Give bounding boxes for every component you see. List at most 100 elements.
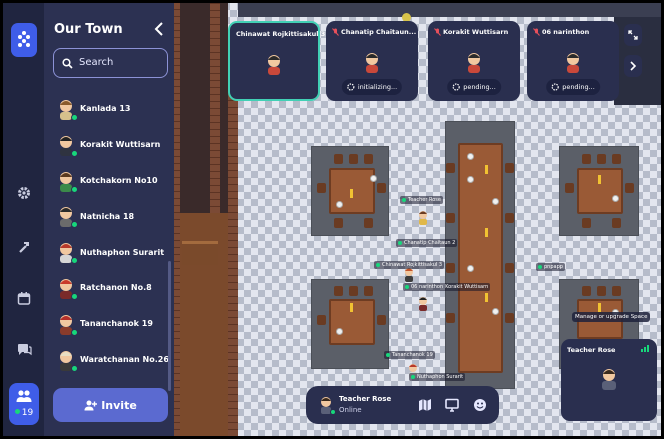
manage-space-tooltip: Manage or upgrade Space — [572, 312, 651, 322]
online-status-dot — [71, 257, 78, 265]
mic-muted-icon — [533, 28, 540, 36]
map-name-tag: Nuthaphon Surarit — [409, 373, 466, 381]
map-chair — [612, 218, 621, 228]
member-list-scrollbar[interactable] — [168, 261, 171, 391]
map-chair — [364, 218, 373, 228]
member-list-item[interactable]: Korakit Wuttisarn — [44, 127, 170, 163]
map-chair — [334, 154, 343, 164]
online-count: 19 — [9, 408, 39, 418]
video-tile-avatar — [464, 51, 484, 73]
member-name: Kotchakorn No10 — [80, 175, 158, 185]
member-avatar — [56, 313, 78, 336]
space-title: Our Town — [54, 22, 123, 37]
map-plate — [336, 328, 343, 335]
screen-share-icon[interactable] — [444, 397, 460, 413]
member-list-item[interactable]: Tananchanok 19 — [44, 306, 170, 342]
video-tile[interactable]: Chinawat Rojkittisakul 3 — [228, 21, 325, 101]
map-chair — [349, 286, 358, 296]
online-status-dot — [71, 185, 78, 193]
map-plate — [370, 175, 377, 182]
map-chair — [364, 286, 373, 296]
map-chair — [582, 286, 591, 296]
map-chair — [505, 263, 514, 273]
collapse-videos-button[interactable] — [624, 55, 642, 77]
map-chair — [446, 163, 455, 173]
app-window: 19 Our Town Search Kanlada 13 Korakit Wut… — [3, 3, 661, 436]
member-list: Kanlada 13 Korakit Wuttisarn Kotchakorn No… — [44, 91, 170, 377]
self-avatar[interactable] — [318, 396, 336, 415]
video-tile-status: initializing... — [341, 79, 403, 95]
left-rail: 19 — [3, 3, 44, 436]
map-bookshelf — [182, 241, 218, 265]
video-tile-name: Chinawat Rojkittisakul 3 — [236, 30, 326, 38]
member-name: Kanlada 13 — [80, 104, 131, 114]
map-corridor — [180, 3, 228, 213]
member-name: Tananchanok 19 — [80, 319, 153, 329]
map-name-tag: Teacher Rose — [400, 196, 443, 204]
video-tile-name: Korakit Wuttisarn — [434, 28, 508, 36]
map-chair — [446, 213, 455, 223]
self-status[interactable]: Online — [339, 406, 362, 414]
calendar-icon[interactable] — [14, 288, 34, 308]
add-user-icon — [84, 400, 98, 410]
emoji-reaction-icon[interactable] — [472, 397, 488, 413]
online-status-dot — [71, 149, 78, 157]
member-list-item[interactable]: Nuthaphon Surarit — [44, 234, 170, 270]
video-tile-status: pending... — [447, 79, 501, 95]
participants-button[interactable]: 19 — [9, 383, 39, 425]
online-status-dot — [71, 328, 78, 336]
video-tile[interactable]: 06 narinthon pending... — [527, 21, 619, 101]
video-tile-avatar — [563, 51, 583, 73]
map-chair — [625, 183, 634, 193]
map-icon[interactable] — [417, 397, 433, 413]
map-plate — [492, 308, 499, 315]
map-name-tag: Tananchanok 19 — [384, 351, 435, 359]
map-chair — [505, 213, 514, 223]
map-chair — [349, 154, 358, 164]
member-list-item[interactable]: Kanlada 13 — [44, 91, 170, 127]
app-logo-icon[interactable] — [11, 23, 37, 57]
map-chair — [334, 218, 343, 228]
settings-gear-icon[interactable] — [14, 183, 34, 203]
map-chair — [377, 183, 386, 193]
self-name: Teacher Rose — [339, 395, 392, 403]
invite-button[interactable]: Invite — [53, 388, 168, 422]
video-tile[interactable]: Korakit Wuttisarn pending... — [428, 21, 520, 101]
map-top-wall — [238, 3, 661, 17]
video-tile[interactable]: Chanatip Chaitaun... initializing... — [326, 21, 418, 101]
map-plate — [467, 265, 474, 272]
self-video-name: Teacher Rose — [567, 346, 616, 354]
people-icon — [16, 390, 32, 402]
member-avatar — [56, 134, 78, 157]
spinner-icon — [347, 83, 355, 91]
map-name-tag: Chinawat Rojkittisakul 3 — [374, 261, 445, 269]
member-list-item[interactable]: Ratchanon No.8 — [44, 270, 170, 306]
member-list-item[interactable]: Kotchakorn No10 — [44, 163, 170, 199]
map-player-avatar[interactable] — [403, 267, 415, 283]
invite-label: Invite — [101, 398, 137, 412]
map-chair — [317, 183, 326, 193]
collapse-chevron-left-icon[interactable] — [154, 21, 168, 37]
chat-bubble-icon[interactable] — [14, 340, 34, 360]
video-tile-status: pending... — [546, 79, 600, 95]
member-name: Natnicha 18 — [80, 211, 135, 221]
map-chair — [505, 163, 514, 173]
map-long-table — [458, 143, 503, 373]
map-player-avatar[interactable] — [417, 296, 429, 312]
map-plate — [492, 198, 499, 205]
build-hammer-icon[interactable] — [14, 237, 34, 257]
member-list-item[interactable]: Natnicha 18 — [44, 198, 170, 234]
member-list-item[interactable]: Waratchanan No.26 — [44, 342, 170, 378]
video-tile-name: 06 narinthon — [533, 28, 589, 36]
member-name: Waratchanan No.26 — [80, 354, 169, 364]
expand-video-button[interactable] — [624, 24, 642, 46]
member-avatar — [56, 170, 78, 193]
spinner-icon — [551, 83, 559, 91]
member-avatar — [56, 241, 78, 265]
map-chair — [612, 154, 621, 164]
search-input[interactable]: Search — [53, 48, 168, 78]
map-chair — [317, 315, 326, 325]
map-player-avatar[interactable] — [417, 210, 429, 226]
self-video-tile[interactable]: Teacher Rose — [561, 339, 657, 421]
map-name-tag: 06 narinthon Korakit Wuttisarn — [403, 283, 491, 291]
